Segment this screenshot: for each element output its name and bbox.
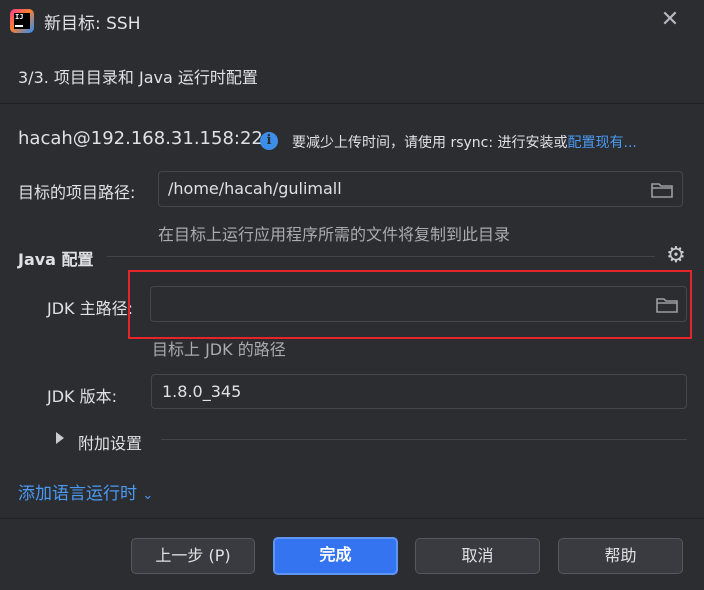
close-icon[interactable]: ✕	[656, 6, 684, 34]
rsync-hint-text: 要减少上传时间，请使用 rsync: 进行安装或	[292, 135, 568, 151]
jdk-version-label: JDK 版本:	[47, 387, 118, 406]
jdk-version-field[interactable]: 1.8.0_345	[151, 374, 687, 409]
java-config-section-title: Java 配置	[18, 250, 94, 269]
help-button[interactable]: 帮助	[558, 538, 683, 574]
jdk-version-value: 1.8.0_345	[162, 382, 242, 401]
connection-host: hacah@192.168.31.158:22	[18, 128, 263, 149]
gear-icon[interactable]: ⚙	[664, 244, 688, 268]
finish-button[interactable]: 完成	[273, 537, 398, 575]
window-title: 新目标: SSH	[44, 14, 141, 34]
add-language-runtime-label: 添加语言运行时	[18, 484, 137, 504]
java-section-divider	[107, 256, 655, 257]
rsync-hint: 要减少上传时间，请使用 rsync: 进行安装或配置现有...	[292, 132, 637, 152]
title-bar: IJ 新目标: SSH ✕	[0, 0, 704, 44]
intellij-idea-icon: IJ	[10, 9, 34, 33]
additional-settings-divider	[161, 439, 687, 440]
project-path-value: /home/hacah/gulimall	[168, 179, 342, 198]
previous-button[interactable]: 上一步 (P)	[131, 538, 255, 574]
project-path-field[interactable]: /home/hacah/gulimall	[158, 171, 683, 207]
folder-icon[interactable]	[651, 182, 673, 198]
jdk-home-label: JDK 主路径:	[47, 299, 134, 318]
expand-arrow-icon[interactable]	[56, 432, 64, 444]
add-language-runtime-link[interactable]: 添加语言运行时 ⌄	[18, 479, 153, 504]
jdk-home-description: 目标上 JDK 的路径	[152, 340, 286, 359]
step-title: 3/3. 项目目录和 Java 运行时配置	[18, 68, 258, 87]
additional-settings-toggle[interactable]: 附加设置	[78, 430, 142, 454]
info-icon: i	[260, 132, 278, 150]
highlight-box	[128, 270, 692, 339]
app-icon-text: IJ	[15, 13, 24, 21]
configure-existing-link[interactable]: 配置现有...	[568, 135, 637, 151]
project-path-description: 在目标上运行应用程序所需的文件将复制到此目录	[158, 225, 511, 244]
chevron-down-icon: ⌄	[142, 488, 154, 503]
project-path-label: 目标的项目路径:	[18, 183, 136, 202]
cancel-button[interactable]: 取消	[415, 538, 540, 574]
